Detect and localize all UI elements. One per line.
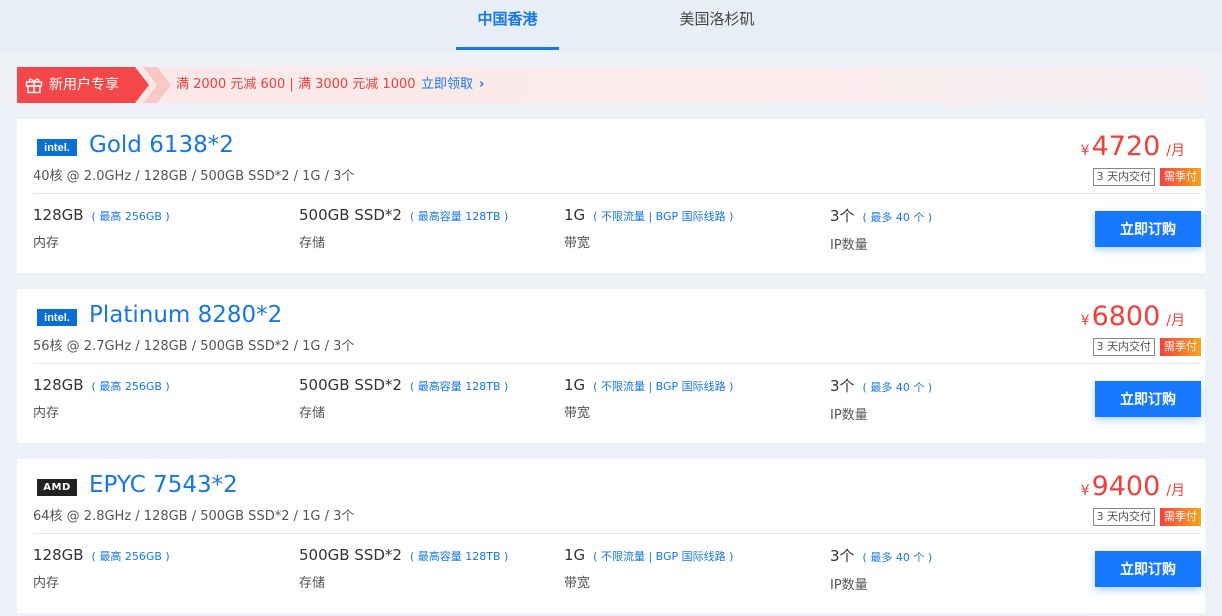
spec-memory: 128GB ( 最高 256GB ) 内存 (33, 375, 170, 421)
price: ¥4720/月 (1081, 131, 1185, 162)
spec-label: IP数量 (830, 578, 868, 593)
spec-label: 内存 (33, 406, 60, 421)
payment-badge: 需季付 (1160, 338, 1201, 356)
delivery-badge: 3 天内交付 (1092, 508, 1155, 526)
spec-storage: 500GB SSD*2 ( 最高容量 128TB ) 存储 (299, 375, 508, 421)
spec-value: 500GB SSD*2 (299, 546, 402, 564)
promo-claim-link[interactable]: 立即领取 › (421, 67, 484, 103)
spec-label: 内存 (33, 236, 60, 251)
spec-value: 128GB (33, 206, 84, 224)
spec-note: ( 最高容量 128TB ) (409, 210, 509, 223)
spec-ip-count: 3个 ( 最多 40 个 ) IP数量 (830, 545, 932, 593)
promo-claim-label: 立即领取 (421, 77, 474, 92)
tab-los-angeles[interactable]: 美国洛杉矶 (664, 0, 770, 52)
spec-storage: 500GB SSD*2 ( 最高容量 128TB ) 存储 (299, 545, 508, 591)
tab-hong-kong[interactable]: 中国香港 (456, 0, 559, 52)
gift-icon (25, 78, 43, 94)
spec-label: 带宽 (564, 236, 591, 251)
price: ¥6800/月 (1081, 301, 1185, 332)
spec-label: IP数量 (830, 238, 868, 253)
spec-note: ( 最多 40 个 ) (862, 211, 933, 224)
region-tabs: 中国香港 美国洛杉矶 (0, 0, 1222, 52)
intel-logo-icon: intel. (37, 309, 77, 326)
payment-badge: 需季付 (1160, 168, 1201, 186)
spec-value: 128GB (33, 546, 84, 564)
spec-value: 1G (564, 546, 586, 564)
spec-memory: 128GB ( 最高 256GB ) 内存 (33, 545, 170, 591)
product-title: Platinum 8280*2 (89, 302, 283, 328)
buy-now-button[interactable]: 立即订购 (1095, 381, 1201, 417)
spec-note: ( 最高容量 128TB ) (409, 550, 509, 563)
spec-note: ( 最高容量 128TB ) (409, 380, 509, 393)
product-card: intel. Gold 6138*2 40核 @ 2.0GHz / 128GB … (17, 119, 1205, 273)
spec-note: ( 最高 256GB ) (91, 210, 170, 223)
spec-bandwidth: 1G ( 不限流量 | BGP 国际线路 ) 带宽 (564, 205, 733, 251)
promo-tag: 新用户专享 (17, 67, 149, 103)
price-amount: 6800 (1091, 301, 1161, 332)
spec-label: 内存 (33, 576, 60, 591)
badges: 3 天内交付 需季付 (1092, 338, 1201, 356)
badges: 3 天内交付 需季付 (1092, 168, 1201, 186)
spec-note: ( 最多 40 个 ) (862, 551, 933, 564)
price-unit: /月 (1166, 483, 1185, 499)
product-title: EPYC 7543*2 (89, 472, 238, 498)
promo-text: 满 2000 元减 600 | 满 3000 元减 1000 (176, 77, 416, 92)
spec-value: 3个 (830, 377, 855, 395)
product-summary: 64核 @ 2.8GHz / 128GB / 500GB SSD*2 / 1G … (33, 509, 355, 524)
spec-label: 带宽 (564, 576, 591, 591)
spec-note: ( 不限流量 | BGP 国际线路 ) (593, 210, 734, 223)
spec-note: ( 不限流量 | BGP 国际线路 ) (593, 380, 734, 393)
spec-value: 3个 (830, 207, 855, 225)
price: ¥9400/月 (1081, 471, 1185, 502)
product-summary: 56核 @ 2.7GHz / 128GB / 500GB SSD*2 / 1G … (33, 339, 355, 354)
product-card: intel. Platinum 8280*2 56核 @ 2.7GHz / 12… (17, 289, 1205, 443)
spec-note: ( 最高 256GB ) (91, 380, 170, 393)
intel-logo-icon: intel. (37, 139, 77, 156)
promo-banner: 新用户专享 满 2000 元减 600 | 满 3000 元减 1000 立即领… (17, 67, 1205, 103)
badges: 3 天内交付 需季付 (1092, 508, 1201, 526)
spec-note: ( 不限流量 | BGP 国际线路 ) (593, 550, 734, 563)
spec-ip-count: 3个 ( 最多 40 个 ) IP数量 (830, 205, 932, 253)
spec-note: ( 最多 40 个 ) (862, 381, 933, 394)
spec-note: ( 最高 256GB ) (91, 550, 170, 563)
spec-value: 1G (564, 376, 586, 394)
chevron-right-icon: › (479, 77, 485, 92)
spec-value: 500GB SSD*2 (299, 206, 402, 224)
buy-now-button[interactable]: 立即订购 (1095, 211, 1201, 247)
spec-label: 存储 (299, 236, 326, 251)
divider (33, 363, 1201, 364)
divider (33, 533, 1201, 534)
spec-label: 存储 (299, 406, 326, 421)
buy-now-button[interactable]: 立即订购 (1095, 551, 1201, 587)
price-amount: 4720 (1091, 131, 1161, 162)
delivery-badge: 3 天内交付 (1092, 168, 1155, 186)
divider (33, 193, 1201, 194)
spec-ip-count: 3个 ( 最多 40 个 ) IP数量 (830, 375, 932, 423)
spec-value: 3个 (830, 547, 855, 565)
product-summary: 40核 @ 2.0GHz / 128GB / 500GB SSD*2 / 1G … (33, 169, 355, 184)
product-title: Gold 6138*2 (89, 132, 234, 158)
spec-label: 存储 (299, 576, 326, 591)
promo-tag-label: 新用户专享 (49, 77, 119, 93)
spec-value: 1G (564, 206, 586, 224)
payment-badge: 需季付 (1160, 508, 1201, 526)
spec-memory: 128GB ( 最高 256GB ) 内存 (33, 205, 170, 251)
spec-label: 带宽 (564, 406, 591, 421)
spec-value: 500GB SSD*2 (299, 376, 402, 394)
spec-bandwidth: 1G ( 不限流量 | BGP 国际线路 ) 带宽 (564, 375, 733, 421)
price-amount: 9400 (1091, 471, 1161, 502)
spec-label: IP数量 (830, 408, 868, 423)
price-currency: ¥ (1080, 313, 1090, 329)
spec-storage: 500GB SSD*2 ( 最高容量 128TB ) 存储 (299, 205, 508, 251)
product-card: AMD EPYC 7543*2 64核 @ 2.8GHz / 128GB / 5… (17, 459, 1205, 613)
spec-bandwidth: 1G ( 不限流量 | BGP 国际线路 ) 带宽 (564, 545, 733, 591)
amd-logo-icon: AMD (37, 479, 77, 496)
price-currency: ¥ (1080, 483, 1090, 499)
price-unit: /月 (1166, 143, 1185, 159)
delivery-badge: 3 天内交付 (1092, 338, 1155, 356)
price-unit: /月 (1166, 313, 1185, 329)
spec-value: 128GB (33, 376, 84, 394)
price-currency: ¥ (1080, 143, 1090, 159)
